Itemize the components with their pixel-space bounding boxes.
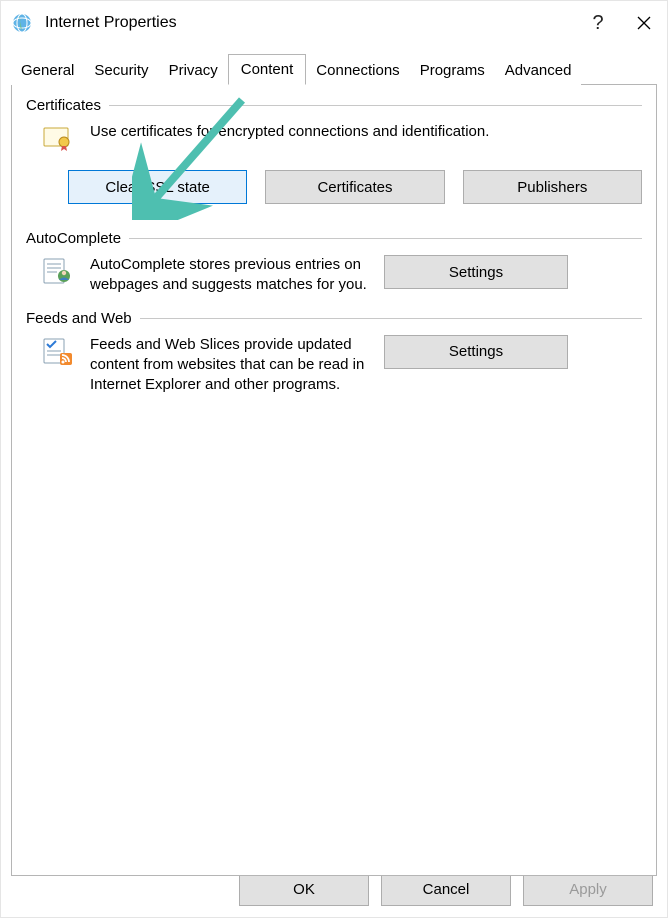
publishers-button[interactable]: Publishers [463,170,642,204]
window-title: Internet Properties [45,14,575,32]
certificates-title: Certificates [26,97,109,114]
content-tab-panel: Certificates Use certificates for encryp… [11,84,657,876]
certificates-button[interactable]: Certificates [265,170,444,204]
tab-content[interactable]: Content [228,54,307,85]
feeds-icon [42,335,76,371]
autocomplete-header: AutoComplete [26,230,642,247]
divider [109,105,642,106]
tabstrip: General Security Privacy Content Connect… [11,53,657,85]
autocomplete-desc: AutoComplete stores previous entries on … [90,255,370,296]
tab-privacy[interactable]: Privacy [159,56,228,85]
ok-button[interactable]: OK [239,872,369,906]
feeds-settings-button[interactable]: Settings [384,335,568,369]
autocomplete-title: AutoComplete [26,230,129,247]
internet-properties-window: Internet Properties ? General Security P… [0,0,668,918]
client-area: General Security Privacy Content Connect… [1,45,667,861]
cancel-button[interactable]: Cancel [381,872,511,906]
close-button[interactable] [621,1,667,45]
autocomplete-icon [42,255,76,291]
apply-button[interactable]: Apply [523,872,653,906]
feeds-group: Feeds and Web [26,310,642,396]
clear-ssl-state-button[interactable]: Clear SSL state [68,170,247,204]
tab-programs[interactable]: Programs [410,56,495,85]
titlebar: Internet Properties ? [1,1,667,45]
certificates-group: Certificates Use certificates for encryp… [26,97,642,204]
help-button[interactable]: ? [575,1,621,45]
certificate-icon [42,122,76,158]
certificates-desc: Use certificates for encrypted connectio… [90,122,642,142]
feeds-desc: Feeds and Web Slices provide updated con… [90,335,370,396]
feeds-title: Feeds and Web [26,310,140,327]
tab-advanced[interactable]: Advanced [495,56,582,85]
internet-options-icon [11,12,33,34]
tab-general[interactable]: General [11,56,84,85]
tab-connections[interactable]: Connections [306,56,409,85]
autocomplete-settings-button[interactable]: Settings [384,255,568,289]
tab-security[interactable]: Security [84,56,158,85]
certificates-header: Certificates [26,97,642,114]
feeds-header: Feeds and Web [26,310,642,327]
divider [129,238,642,239]
certificates-button-row: Clear SSL state Certificates Publishers [68,170,642,204]
divider [140,318,642,319]
autocomplete-group: AutoComplete [26,230,642,296]
